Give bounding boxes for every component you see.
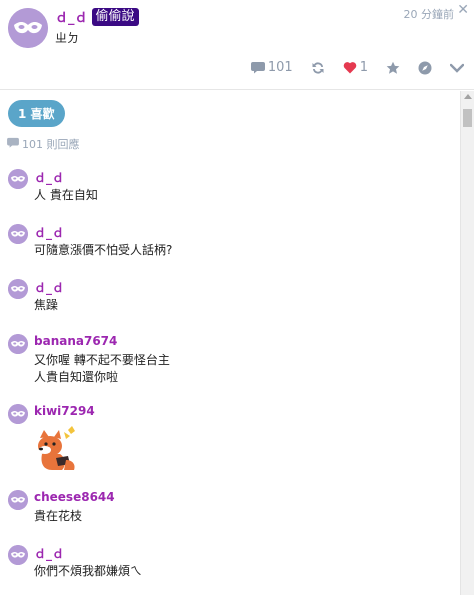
mask-icon[interactable] (8, 490, 28, 510)
comment-text: 人 貴在自知 (34, 188, 98, 202)
fox-sticker[interactable] (32, 424, 80, 475)
heart-icon (343, 61, 357, 74)
comment-icon (7, 137, 22, 151)
comment-line: 又你喔 轉不起不要怪台主 (34, 353, 170, 367)
scrollbar-thumb[interactable] (463, 109, 472, 127)
mask-icon[interactable] (8, 8, 48, 48)
comment-line: 人貴自知還你啦 (34, 370, 119, 384)
post-time: 20 分鐘前 (403, 8, 455, 21)
comment-author[interactable]: ｄ_ｄ (34, 545, 64, 562)
chevron-down-icon (450, 63, 464, 73)
post-title-row: ｄ_ｄ 偷偷說 (55, 7, 139, 26)
comment-author[interactable]: banana7674 (34, 334, 117, 348)
comment-text: 可隨意漲價不怕受人話柄? (34, 243, 173, 257)
like-count: 1 (359, 60, 368, 75)
mask-icon[interactable] (8, 169, 28, 189)
comment-text: 貴在花枝 (34, 509, 83, 523)
mask-icon[interactable] (8, 545, 28, 565)
mask-icon[interactable] (8, 334, 28, 354)
star-icon (386, 61, 400, 75)
comment-text: 你們不煩我都嫌煩ㄟ (34, 564, 143, 578)
comment-button[interactable]: 101 (250, 60, 293, 75)
comment-count: 101 (267, 60, 293, 75)
comment-author[interactable]: ｄ_ｄ (34, 169, 64, 186)
post-author[interactable]: ｄ_ｄ (55, 7, 88, 26)
share-button[interactable] (418, 61, 432, 75)
mask-icon[interactable] (8, 279, 28, 299)
comment-text: 又你喔 轉不起不要怪台主 人貴自知還你啦 (34, 352, 170, 386)
close-icon[interactable]: ✕ (457, 2, 469, 18)
comment-author[interactable]: cheese8644 (34, 490, 115, 504)
reply-count: 101 則回應 (7, 136, 80, 152)
comment-author[interactable]: ｄ_ｄ (34, 224, 64, 241)
mask-icon[interactable] (8, 404, 28, 424)
like-button[interactable]: 1 (343, 60, 368, 75)
compass-icon (418, 61, 432, 75)
scrollbar[interactable] (460, 91, 474, 595)
comments-panel[interactable]: 1 喜歡 101 則回應 ｄ_ｄ 人 貴在自知 ｄ_ｄ 可隨意漲價不怕受人話柄?… (0, 91, 460, 595)
comment-author[interactable]: ｄ_ｄ (34, 279, 64, 296)
mask-icon[interactable] (8, 224, 28, 244)
comment-icon (250, 61, 265, 74)
comment-author[interactable]: kiwi7294 (34, 404, 95, 418)
likes-pill[interactable]: 1 喜歡 (8, 100, 65, 127)
scroll-up-arrow-icon[interactable] (464, 94, 472, 99)
more-button[interactable] (450, 63, 464, 73)
favorite-button[interactable] (386, 61, 400, 75)
refresh-icon (311, 61, 325, 75)
post-body: ㄓㄉ (55, 31, 80, 45)
comment-text: 焦躁 (34, 298, 59, 312)
post-header: ｄ_ｄ 偷偷說 ㄓㄉ 20 分鐘前 ✕ 101 1 (0, 0, 474, 90)
repost-button[interactable] (311, 61, 325, 75)
reply-count-label: 101 則回應 (22, 138, 80, 151)
post-actions: 101 1 (233, 60, 464, 75)
board-badge[interactable]: 偷偷說 (91, 7, 139, 26)
